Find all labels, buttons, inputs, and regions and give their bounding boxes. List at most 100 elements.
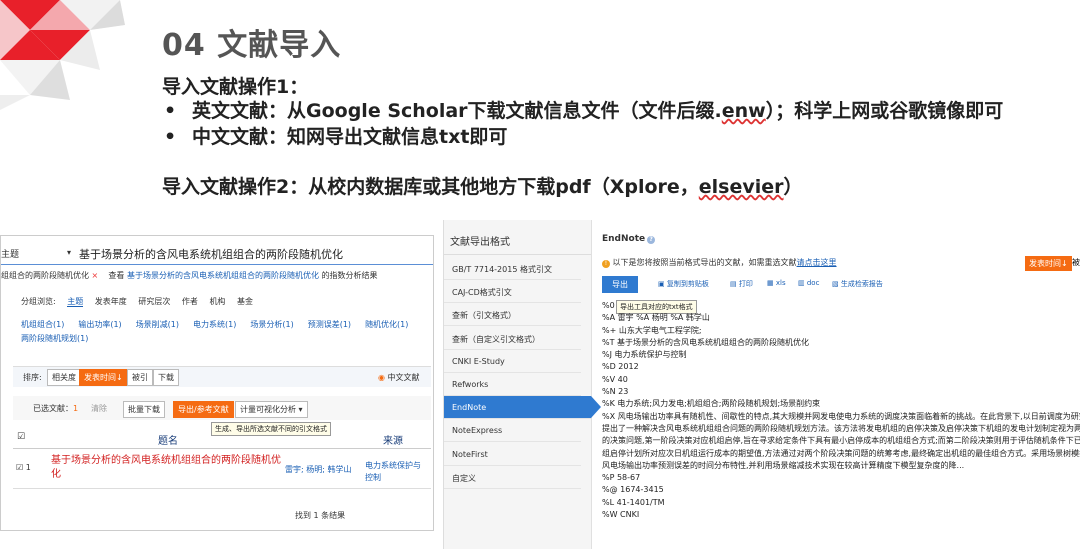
endnote-line: %W CNKI <box>602 510 640 520</box>
sidebar-header: 文献导出格式 <box>444 220 591 255</box>
format-item[interactable]: 自定义 <box>444 466 581 489</box>
endnote-line: %T 基于场景分析的含风电系统机组组合的两阶段随机优化 <box>602 337 810 347</box>
facet-tab-author[interactable]: 作者 <box>182 297 198 306</box>
table-row: ☑ 1 基于场景分析的含风电系统机组组合的两阶段随机优化 雷宇; 杨明; 韩学山… <box>13 450 431 489</box>
report-icon: ▧ <box>832 280 839 288</box>
view-prefix: 查看 <box>108 271 125 280</box>
facet-tab-institution[interactable]: 机构 <box>209 297 225 306</box>
facet-chip[interactable]: 两阶段随机规划(1) <box>21 334 88 343</box>
format-item-label: CAJ-CD格式引文 <box>452 288 512 298</box>
facet-tab-level[interactable]: 研究层次 <box>138 297 170 306</box>
sort-time-button[interactable]: 发表时间↓ <box>79 369 128 386</box>
selected-text: 已选文献： <box>33 404 73 413</box>
format-item-label: NoteFirst <box>452 449 488 459</box>
format-item[interactable]: NoteExpress <box>444 419 581 443</box>
bullet-english-tail: ）；科学上网或谷歌镜像即可 <box>765 100 1004 122</box>
search-bar: 主题 ▾ 基于场景分析的含风电系统机组组合的两阶段随机优化 <box>1 244 433 265</box>
sort-relevance-button[interactable]: 相关度 <box>47 369 81 386</box>
copy-clipboard-button[interactable]: ▣ 复制到剪贴板 <box>658 279 709 289</box>
format-sidebar: 文献导出格式 GB/T 7714-2015 格式引文 CAJ-CD格式引文 查新（引… <box>444 220 601 549</box>
row-checkbox[interactable]: ☑ 1 <box>16 463 31 472</box>
selection-bar: 已选文献：1 清除 批量下载 导出/参考文献 计量可视化分析 ▾ 生成、导出所选… <box>13 396 431 436</box>
chinese-docs-toggle[interactable]: ◉ 中文文献 <box>378 372 420 383</box>
slide-title: 04 文献导入 <box>162 28 342 63</box>
clear-link[interactable]: 清除 <box>91 403 107 414</box>
facet-tab-fund[interactable]: 基金 <box>237 297 253 306</box>
help-icon[interactable]: ? <box>647 236 656 244</box>
bullet-icon: • <box>164 126 177 148</box>
report-label: 生成检索报告 <box>840 280 883 288</box>
export-reference-button[interactable]: 导出/参考文献 <box>173 401 234 418</box>
select-all-checkbox[interactable]: ☑ <box>17 432 25 442</box>
field-select[interactable]: 主题 <box>1 247 71 260</box>
endnote-line: 的决策问题,第一阶段决策对应机组启停,旨在寻求给定条件下具有最小启停成本的机组组… <box>602 436 1080 446</box>
result-source[interactable]: 电力系统保护与控制 <box>365 460 425 484</box>
sort-time-button[interactable]: 发表时间↓ <box>1025 256 1072 271</box>
facet-tab-year[interactable]: 发表年度 <box>95 297 127 306</box>
result-authors[interactable]: 雷宇; 杨明; 韩学山 <box>285 464 351 475</box>
cnki-search-screenshot: 主题 ▾ 基于场景分析的含风电系统机组组合的两阶段随机优化 组组合的两阶段随机优… <box>0 235 434 531</box>
facet-chip[interactable]: 电力系统(1) <box>193 320 236 329</box>
reselect-link[interactable]: 请点击这里 <box>797 258 837 267</box>
column-title[interactable]: 题名 <box>158 432 178 447</box>
facet-tab-topic[interactable]: 主题 <box>67 297 84 307</box>
search-input[interactable]: 基于场景分析的含风电系统机组组合的两阶段随机优化 <box>79 246 343 262</box>
facet-chip[interactable]: 机组组合(1) <box>21 320 64 329</box>
visual-analysis-button[interactable]: 计量可视化分析 ▾ <box>235 401 308 418</box>
endnote-line: %K 电力系统;风力发电;机组组合;两阶段随机规划;场景削约束 <box>602 399 821 409</box>
operation-2-tail: ） <box>783 176 803 198</box>
format-item[interactable]: 查新（引文格式） <box>444 303 581 327</box>
sort-cited-button[interactable]: 被 <box>1072 257 1080 268</box>
facet-chip[interactable]: 场景分析(1) <box>250 320 293 329</box>
index-analysis-link[interactable]: 基于场景分析的含风电系统机组组合的两阶段随机优化 <box>127 271 319 280</box>
facet-chips: 机组组合(1) 输出功率(1) 场景削减(1) 电力系统(1) 场景分析(1) 预测误差(… <box>21 318 431 346</box>
close-icon[interactable]: × <box>92 271 99 280</box>
export-button[interactable]: 导出 <box>602 276 638 293</box>
facet-chip[interactable]: 预测误差(1) <box>308 320 351 329</box>
facet-chip[interactable]: 场景削减(1) <box>136 320 179 329</box>
format-item[interactable]: NoteFirst <box>444 443 581 466</box>
export-main: EndNote? ! 以下是您将按照当前格式导出的文献，如需重选文献请点击这里 … <box>592 220 1080 549</box>
batch-download-button[interactable]: 批量下载 <box>123 401 165 418</box>
format-item[interactable]: 查新（自定义引文格式） <box>444 327 581 350</box>
doc-button[interactable]: ▥ doc <box>798 279 819 287</box>
word-icon: ▥ <box>798 279 805 287</box>
info-icon: ! <box>602 260 610 268</box>
row-number: 1 <box>25 463 31 472</box>
visual-analysis-label: 计量可视化分析 <box>240 405 296 414</box>
sort-bar: 排序: 相关度 发表时间↓ 被引 下载 ◉ 中文文献 <box>13 366 431 387</box>
endnote-content[interactable]: %0 %A 雷宇 %A 杨明 %A 韩学山 %+ 山东大学电气工程学院; %T 基于场… <box>602 300 1080 521</box>
facet-panel: 分组浏览: 主题 发表年度 研究层次 作者 机构 基金 机组组合(1) 输出功率(… <box>13 288 433 356</box>
copy-clipboard-label: 复制到剪贴板 <box>666 280 709 288</box>
bullet-english-ext: enw <box>721 100 766 122</box>
bullet-icon: • <box>164 100 177 122</box>
report-button[interactable]: ▧ 生成检索报告 <box>832 279 883 289</box>
format-item[interactable]: GB/T 7714-2015 格式引文 <box>444 257 581 280</box>
endnote-line: %+ 山东大学电气工程学院; <box>602 325 702 335</box>
endnote-line: %J 电力系统保护与控制 <box>602 350 687 360</box>
column-source[interactable]: 来源 <box>383 432 403 447</box>
format-item-label: 查新（引文格式） <box>452 311 516 321</box>
format-item-label: NoteExpress <box>452 426 503 436</box>
xls-button[interactable]: ▦ xls <box>767 279 786 287</box>
sort-download-button[interactable]: 下载 <box>153 369 179 386</box>
endnote-line: %P 58-67 <box>602 473 641 483</box>
sort-cited-button[interactable]: 被引 <box>127 369 153 386</box>
format-item[interactable]: CNKI E-Study <box>444 350 581 373</box>
print-button[interactable]: ▤ 打印 <box>730 279 753 289</box>
facet-chip[interactable]: 随机优化(1) <box>365 320 408 329</box>
decorative-triangles <box>0 0 125 110</box>
selected-count: 1 <box>73 404 79 413</box>
format-item[interactable]: EndNote <box>444 396 601 420</box>
result-title-link[interactable]: 基于场景分析的含风电系统机组组合的两阶段随机优化 <box>51 454 281 482</box>
export-format-screenshot: 文献导出格式 GB/T 7714-2015 格式引文 CAJ-CD格式引文 查新（引… <box>443 220 1080 549</box>
facet-chip[interactable]: 输出功率(1) <box>78 320 121 329</box>
result-count: 找到 1 条结果 <box>295 511 346 520</box>
endnote-line: 风电场输出功率预测误差的时间分布特性,并利用场景缩减技术实现在较高计算精度下模型… <box>602 460 965 470</box>
format-title: EndNote? <box>602 234 656 244</box>
format-item[interactable]: CAJ-CD格式引文 <box>444 280 581 304</box>
endnote-line: %D 2012 <box>602 362 639 372</box>
format-item[interactable]: Refworks <box>444 373 581 396</box>
chevron-down-icon[interactable]: ▾ <box>67 248 71 257</box>
format-item-label: Refworks <box>452 380 489 389</box>
